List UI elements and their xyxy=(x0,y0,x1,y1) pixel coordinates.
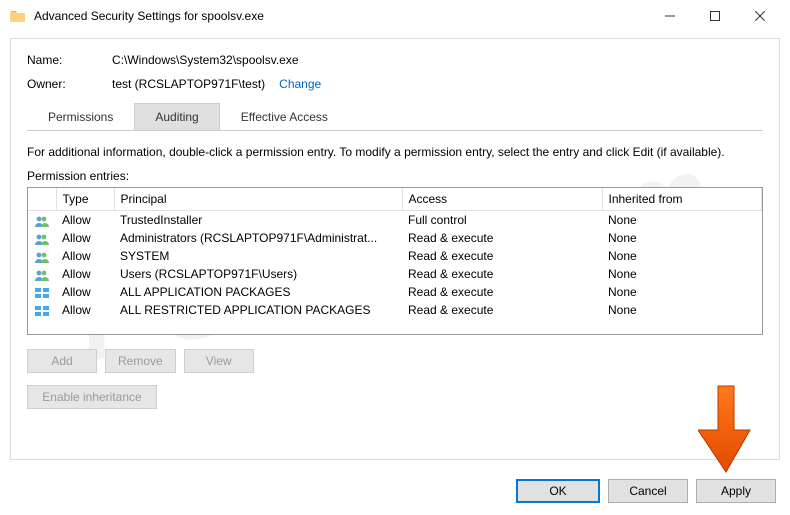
cell-type: Allow xyxy=(56,247,114,265)
cell-inherited: None xyxy=(602,301,762,319)
table-row[interactable]: AllowTrustedInstallerFull controlNone xyxy=(28,211,762,230)
permission-entries-table[interactable]: Type Principal Access Inherited from All… xyxy=(27,187,763,335)
table-row[interactable]: AllowALL RESTRICTED APPLICATION PACKAGES… xyxy=(28,301,762,319)
minimize-button[interactable] xyxy=(647,2,692,30)
table-row[interactable]: AllowAdministrators (RCSLAPTOP971F\Admin… xyxy=(28,229,762,247)
cell-principal: Users (RCSLAPTOP971F\Users) xyxy=(114,265,402,283)
cell-type: Allow xyxy=(56,301,114,319)
change-owner-link[interactable]: Change xyxy=(279,77,321,91)
tab-effective-access[interactable]: Effective Access xyxy=(220,103,349,130)
dialog-footer: OK Cancel Apply xyxy=(516,479,776,503)
cell-inherited: None xyxy=(602,283,762,301)
cell-inherited: None xyxy=(602,247,762,265)
tab-strip: Permissions Auditing Effective Access xyxy=(27,103,763,131)
dialog-content: Name: C:\Windows\System32\spoolsv.exe Ow… xyxy=(10,38,780,460)
maximize-button[interactable] xyxy=(692,2,737,30)
cell-access: Read & execute xyxy=(402,247,602,265)
cell-principal: ALL RESTRICTED APPLICATION PACKAGES xyxy=(114,301,402,319)
table-row[interactable]: AllowALL APPLICATION PACKAGESRead & exec… xyxy=(28,283,762,301)
cell-access: Read & execute xyxy=(402,283,602,301)
cell-type: Allow xyxy=(56,265,114,283)
principal-icon xyxy=(28,247,56,265)
cell-principal: TrustedInstaller xyxy=(114,211,402,230)
col-access-header[interactable]: Access xyxy=(402,188,602,211)
principal-icon xyxy=(28,301,56,319)
principal-icon xyxy=(28,283,56,301)
cell-inherited: None xyxy=(602,265,762,283)
entries-label: Permission entries: xyxy=(27,169,763,183)
col-principal-header[interactable]: Principal xyxy=(114,188,402,211)
principal-icon xyxy=(28,229,56,247)
col-icon-header[interactable] xyxy=(28,188,56,211)
ok-button[interactable]: OK xyxy=(516,479,600,503)
cell-access: Read & execute xyxy=(402,229,602,247)
folder-icon xyxy=(10,8,26,24)
col-type-header[interactable]: Type xyxy=(56,188,114,211)
table-row[interactable]: AllowSYSTEMRead & executeNone xyxy=(28,247,762,265)
cell-access: Read & execute xyxy=(402,265,602,283)
cancel-button[interactable]: Cancel xyxy=(608,479,688,503)
table-row[interactable]: AllowUsers (RCSLAPTOP971F\Users)Read & e… xyxy=(28,265,762,283)
close-button[interactable] xyxy=(737,2,782,30)
cell-principal: SYSTEM xyxy=(114,247,402,265)
info-text: For additional information, double-click… xyxy=(27,145,763,159)
col-inherited-header[interactable]: Inherited from xyxy=(602,188,762,211)
remove-button[interactable]: Remove xyxy=(105,349,176,373)
tab-auditing[interactable]: Auditing xyxy=(134,103,219,130)
cell-principal: Administrators (RCSLAPTOP971F\Administra… xyxy=(114,229,402,247)
cell-type: Allow xyxy=(56,211,114,230)
apply-button[interactable]: Apply xyxy=(696,479,776,503)
cell-inherited: None xyxy=(602,229,762,247)
enable-inheritance-button[interactable]: Enable inheritance xyxy=(27,385,157,409)
tab-permissions[interactable]: Permissions xyxy=(27,103,134,130)
cell-type: Allow xyxy=(56,229,114,247)
cell-inherited: None xyxy=(602,211,762,230)
principal-icon xyxy=(28,211,56,230)
owner-value: test (RCSLAPTOP971F\test) xyxy=(112,77,265,91)
cell-access: Full control xyxy=(402,211,602,230)
principal-icon xyxy=(28,265,56,283)
cell-principal: ALL APPLICATION PACKAGES xyxy=(114,283,402,301)
owner-label: Owner: xyxy=(27,77,112,91)
window-titlebar: Advanced Security Settings for spoolsv.e… xyxy=(0,0,790,32)
name-label: Name: xyxy=(27,53,112,67)
cell-type: Allow xyxy=(56,283,114,301)
window-title: Advanced Security Settings for spoolsv.e… xyxy=(34,9,264,23)
view-button[interactable]: View xyxy=(184,349,254,373)
cell-access: Read & execute xyxy=(402,301,602,319)
name-value: C:\Windows\System32\spoolsv.exe xyxy=(112,53,299,67)
add-button[interactable]: Add xyxy=(27,349,97,373)
